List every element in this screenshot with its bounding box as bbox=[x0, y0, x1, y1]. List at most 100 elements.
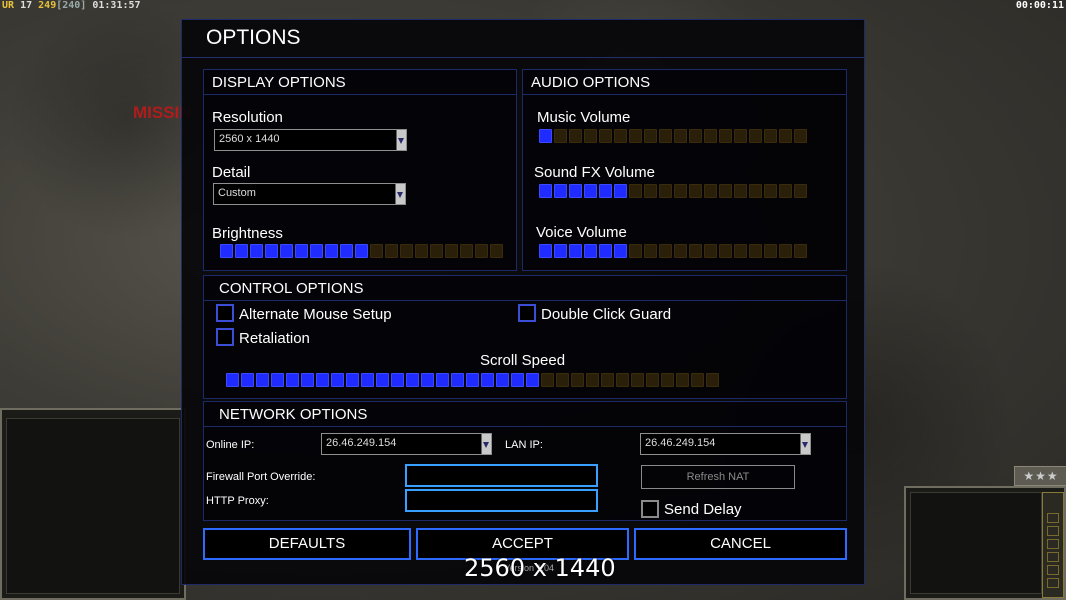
slider-segment[interactable] bbox=[346, 373, 359, 387]
slider-segment[interactable] bbox=[250, 244, 263, 258]
slider-segment[interactable] bbox=[689, 184, 702, 198]
slider-segment[interactable] bbox=[779, 244, 792, 258]
slider-segment[interactable] bbox=[644, 184, 657, 198]
slider-segment[interactable] bbox=[704, 244, 717, 258]
cancel-button[interactable]: CANCEL bbox=[634, 528, 847, 560]
slider-segment[interactable] bbox=[644, 244, 657, 258]
slider-segment[interactable] bbox=[295, 244, 308, 258]
slider-segment[interactable] bbox=[719, 244, 732, 258]
slider-segment[interactable] bbox=[734, 244, 747, 258]
slider-segment[interactable] bbox=[569, 244, 582, 258]
slider-segment[interactable] bbox=[616, 373, 629, 387]
scroll-speed-slider[interactable] bbox=[226, 373, 719, 387]
slider-segment[interactable] bbox=[719, 184, 732, 198]
refresh-nat-button[interactable]: Refresh NAT bbox=[641, 465, 795, 489]
slider-segment[interactable] bbox=[406, 373, 419, 387]
retaliation-checkbox[interactable] bbox=[216, 328, 234, 346]
slider-segment[interactable] bbox=[265, 244, 278, 258]
slider-segment[interactable] bbox=[749, 184, 762, 198]
online-ip-dropdown[interactable]: 26.46.249.154 bbox=[321, 433, 492, 455]
slider-segment[interactable] bbox=[385, 244, 398, 258]
slider-segment[interactable] bbox=[511, 373, 524, 387]
slider-segment[interactable] bbox=[631, 373, 644, 387]
slider-segment[interactable] bbox=[599, 244, 612, 258]
slider-segment[interactable] bbox=[734, 184, 747, 198]
slider-segment[interactable] bbox=[569, 184, 582, 198]
slider-segment[interactable] bbox=[674, 129, 687, 143]
slider-segment[interactable] bbox=[569, 129, 582, 143]
brightness-slider[interactable] bbox=[220, 244, 503, 258]
slider-segment[interactable] bbox=[554, 184, 567, 198]
chevron-down-icon[interactable] bbox=[396, 130, 406, 150]
slider-segment[interactable] bbox=[691, 373, 704, 387]
slider-segment[interactable] bbox=[704, 184, 717, 198]
slider-segment[interactable] bbox=[704, 129, 717, 143]
slider-segment[interactable] bbox=[355, 244, 368, 258]
slider-segment[interactable] bbox=[280, 244, 293, 258]
detail-dropdown[interactable]: Custom bbox=[213, 183, 406, 205]
slider-segment[interactable] bbox=[586, 373, 599, 387]
slider-segment[interactable] bbox=[646, 373, 659, 387]
slider-segment[interactable] bbox=[719, 129, 732, 143]
slider-segment[interactable] bbox=[749, 129, 762, 143]
slider-segment[interactable] bbox=[779, 129, 792, 143]
lan-ip-dropdown[interactable]: 26.46.249.154 bbox=[640, 433, 811, 455]
slider-segment[interactable] bbox=[601, 373, 614, 387]
slider-segment[interactable] bbox=[316, 373, 329, 387]
slider-segment[interactable] bbox=[629, 129, 642, 143]
slider-segment[interactable] bbox=[734, 129, 747, 143]
slider-segment[interactable] bbox=[436, 373, 449, 387]
sound-fx-volume-slider[interactable] bbox=[539, 184, 807, 198]
slider-segment[interactable] bbox=[556, 373, 569, 387]
slider-segment[interactable] bbox=[764, 184, 777, 198]
resolution-dropdown[interactable]: 2560 x 1440 bbox=[214, 129, 407, 151]
chevron-down-icon[interactable] bbox=[800, 434, 810, 454]
slider-segment[interactable] bbox=[301, 373, 314, 387]
slider-segment[interactable] bbox=[674, 184, 687, 198]
firewall-port-field[interactable] bbox=[405, 464, 598, 487]
slider-segment[interactable] bbox=[241, 373, 254, 387]
slider-segment[interactable] bbox=[415, 244, 428, 258]
slider-segment[interactable] bbox=[361, 373, 374, 387]
slider-segment[interactable] bbox=[659, 184, 672, 198]
slider-segment[interactable] bbox=[490, 244, 503, 258]
alternate-mouse-checkbox[interactable] bbox=[216, 304, 234, 322]
slider-segment[interactable] bbox=[340, 244, 353, 258]
slider-segment[interactable] bbox=[539, 244, 552, 258]
slider-segment[interactable] bbox=[599, 184, 612, 198]
slider-segment[interactable] bbox=[445, 244, 458, 258]
slider-segment[interactable] bbox=[460, 244, 473, 258]
slider-segment[interactable] bbox=[749, 244, 762, 258]
slider-segment[interactable] bbox=[256, 373, 269, 387]
slider-segment[interactable] bbox=[286, 373, 299, 387]
slider-segment[interactable] bbox=[391, 373, 404, 387]
slider-segment[interactable] bbox=[571, 373, 584, 387]
slider-segment[interactable] bbox=[674, 244, 687, 258]
slider-segment[interactable] bbox=[526, 373, 539, 387]
slider-segment[interactable] bbox=[644, 129, 657, 143]
slider-segment[interactable] bbox=[430, 244, 443, 258]
slider-segment[interactable] bbox=[794, 184, 807, 198]
send-delay-checkbox[interactable] bbox=[641, 500, 659, 518]
slider-segment[interactable] bbox=[331, 373, 344, 387]
slider-segment[interactable] bbox=[659, 244, 672, 258]
slider-segment[interactable] bbox=[451, 373, 464, 387]
slider-segment[interactable] bbox=[325, 244, 338, 258]
slider-segment[interactable] bbox=[554, 244, 567, 258]
slider-segment[interactable] bbox=[794, 244, 807, 258]
slider-segment[interactable] bbox=[676, 373, 689, 387]
slider-segment[interactable] bbox=[400, 244, 413, 258]
slider-segment[interactable] bbox=[310, 244, 323, 258]
defaults-button[interactable]: DEFAULTS bbox=[203, 528, 411, 560]
slider-segment[interactable] bbox=[779, 184, 792, 198]
slider-segment[interactable] bbox=[614, 129, 627, 143]
slider-segment[interactable] bbox=[539, 184, 552, 198]
slider-segment[interactable] bbox=[421, 373, 434, 387]
voice-volume-slider[interactable] bbox=[539, 244, 807, 258]
slider-segment[interactable] bbox=[629, 184, 642, 198]
double-click-guard-checkbox[interactable] bbox=[518, 304, 536, 322]
chevron-down-icon[interactable] bbox=[395, 184, 405, 204]
slider-segment[interactable] bbox=[689, 244, 702, 258]
chevron-down-icon[interactable] bbox=[481, 434, 491, 454]
slider-segment[interactable] bbox=[481, 373, 494, 387]
